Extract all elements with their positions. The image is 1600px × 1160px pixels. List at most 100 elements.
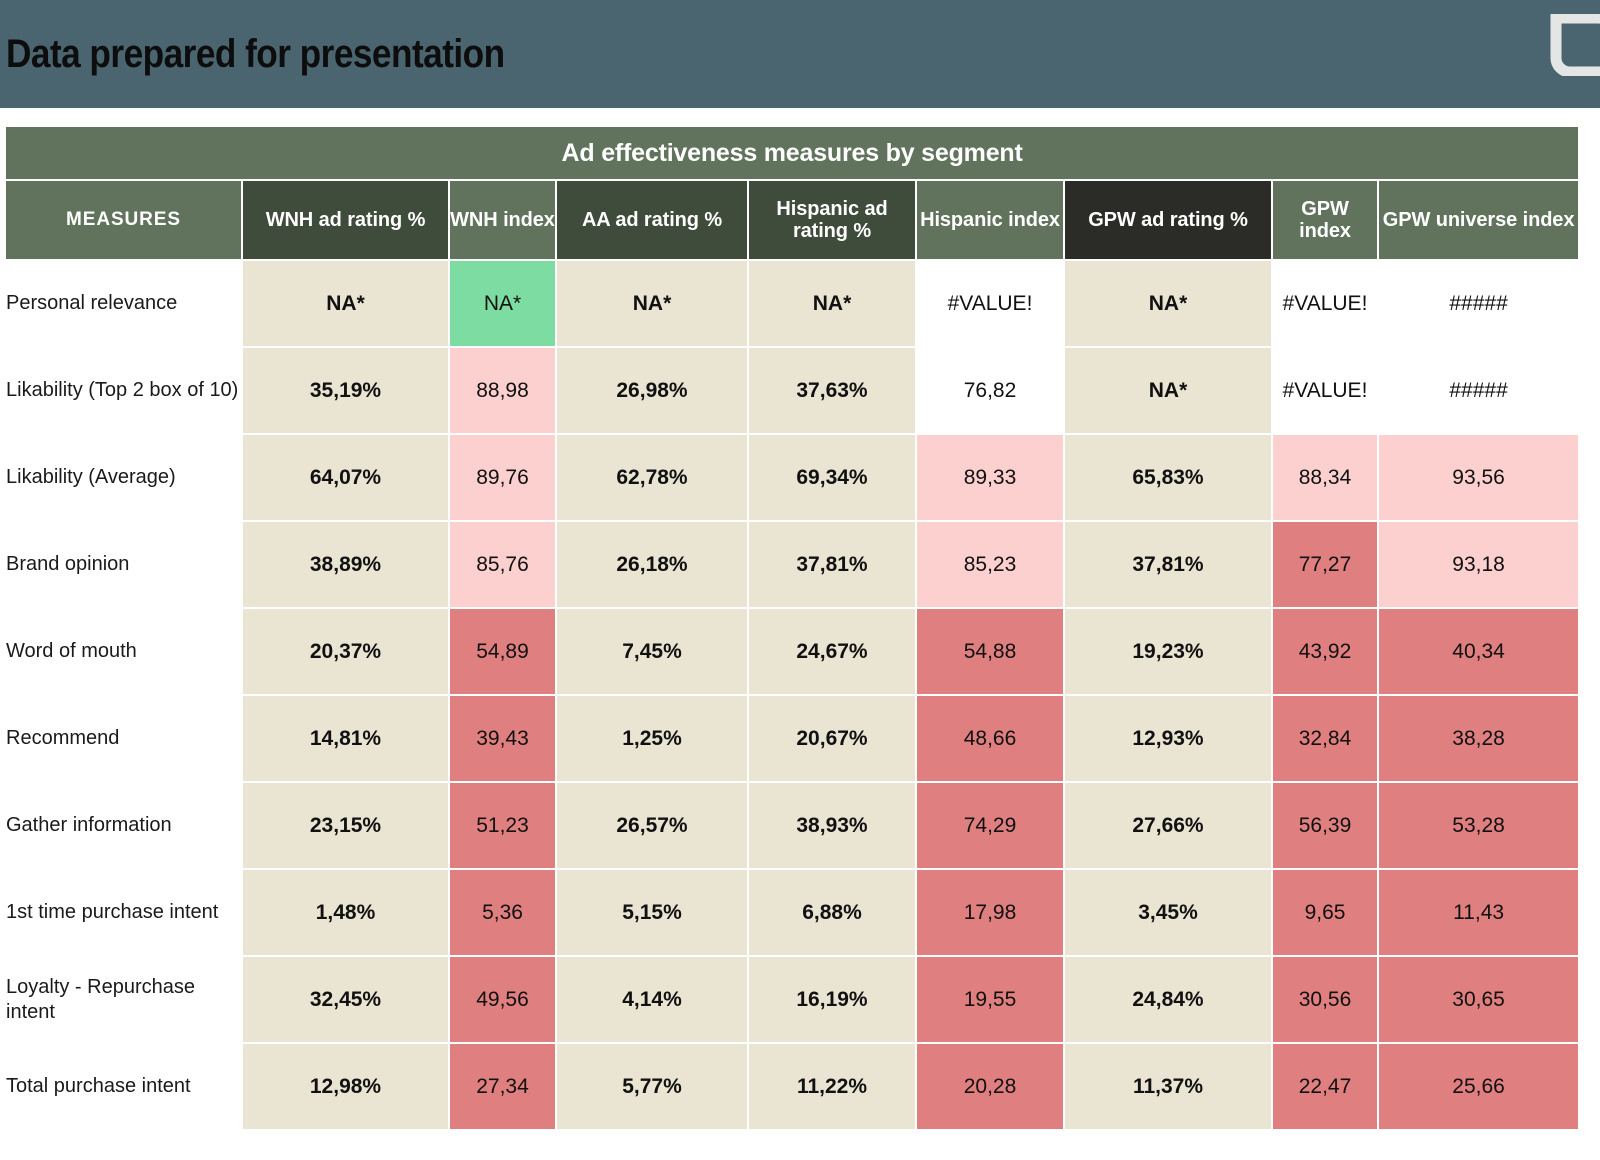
table-cell[interactable]: 5,77% xyxy=(557,1044,747,1129)
table-cell[interactable]: #VALUE! xyxy=(1273,261,1377,346)
table-cell[interactable]: NA* xyxy=(1065,348,1271,433)
table-cell[interactable]: 5,36 xyxy=(450,870,555,955)
table-cell[interactable]: 56,39 xyxy=(1273,783,1377,868)
table-cell[interactable]: #VALUE! xyxy=(1273,348,1377,433)
column-header-gpw-universe-index[interactable]: GPW universe index xyxy=(1379,181,1579,259)
table-cell[interactable]: 76,82 xyxy=(917,348,1063,433)
table-cell[interactable]: 26,57% xyxy=(557,783,747,868)
table-cell[interactable]: NA* xyxy=(749,261,915,346)
table-cell[interactable]: 11,43 xyxy=(1379,870,1579,955)
table-cell[interactable]: 20,37% xyxy=(243,609,448,694)
table-cell[interactable]: 69,34% xyxy=(749,435,915,520)
table-caption: Ad effectiveness measures by segment xyxy=(6,127,1579,179)
table-cell[interactable]: 62,78% xyxy=(557,435,747,520)
table-cell[interactable]: 88,34 xyxy=(1273,435,1377,520)
table-cell[interactable]: 5,15% xyxy=(557,870,747,955)
table-row: Brand opinion 38,89% 85,76 26,18% 37,81% 85,2… xyxy=(6,522,1579,607)
table-cell[interactable]: 7,45% xyxy=(557,609,747,694)
table-cell[interactable]: 24,84% xyxy=(1065,957,1271,1042)
table-cell[interactable]: 49,56 xyxy=(450,957,555,1042)
table-cell[interactable]: 4,14% xyxy=(557,957,747,1042)
table-cell[interactable]: 89,76 xyxy=(450,435,555,520)
table-cell[interactable]: 12,93% xyxy=(1065,696,1271,781)
row-label: Recommend xyxy=(6,696,241,781)
table-cell[interactable]: 26,98% xyxy=(557,348,747,433)
table-cell[interactable]: 20,67% xyxy=(749,696,915,781)
table-cell[interactable]: 93,18 xyxy=(1379,522,1579,607)
table-cell[interactable]: 11,37% xyxy=(1065,1044,1271,1129)
table-cell[interactable]: 22,47 xyxy=(1273,1044,1377,1129)
table-cell[interactable]: 27,34 xyxy=(450,1044,555,1129)
table-cell[interactable]: 30,65 xyxy=(1379,957,1579,1042)
table-body: Personal relevance NA* NA* NA* NA* #VALUE! NA*… xyxy=(6,261,1579,1129)
column-header-hispanic-ad-rating[interactable]: Hispanic ad rating % xyxy=(749,181,915,259)
table-cell[interactable]: NA* xyxy=(1065,261,1271,346)
table-cell[interactable]: 1,48% xyxy=(243,870,448,955)
table-cell[interactable]: 6,88% xyxy=(749,870,915,955)
table-cell[interactable]: 12,98% xyxy=(243,1044,448,1129)
table-cell[interactable]: 54,89 xyxy=(450,609,555,694)
table-cell[interactable]: 32,45% xyxy=(243,957,448,1042)
table-cell[interactable]: 23,15% xyxy=(243,783,448,868)
table-cell[interactable]: 37,63% xyxy=(749,348,915,433)
table-cell[interactable]: 19,23% xyxy=(1065,609,1271,694)
table-cell[interactable]: 77,27 xyxy=(1273,522,1377,607)
table-cell[interactable]: 27,66% xyxy=(1065,783,1271,868)
table-cell[interactable]: 51,23 xyxy=(450,783,555,868)
table-cell[interactable]: 40,34 xyxy=(1379,609,1579,694)
table-header: Ad effectiveness measures by segment MEA… xyxy=(6,127,1579,259)
table-cell[interactable]: 85,23 xyxy=(917,522,1063,607)
table-cell[interactable]: 38,93% xyxy=(749,783,915,868)
table-caption-row: Ad effectiveness measures by segment xyxy=(6,127,1579,179)
table-cell[interactable]: NA* xyxy=(243,261,448,346)
table-cell[interactable]: 30,56 xyxy=(1273,957,1377,1042)
table-cell[interactable]: 11,22% xyxy=(749,1044,915,1129)
column-header-wnh-ad-rating[interactable]: WNH ad rating % xyxy=(243,181,448,259)
table-cell[interactable]: 32,84 xyxy=(1273,696,1377,781)
table-cell[interactable]: 17,98 xyxy=(917,870,1063,955)
table-cell[interactable]: NA* xyxy=(450,261,555,346)
table-cell[interactable]: 16,19% xyxy=(749,957,915,1042)
leaf-logo-icon xyxy=(1536,12,1600,78)
table-cell[interactable]: NA* xyxy=(557,261,747,346)
column-header-measures[interactable]: MEASURES xyxy=(6,181,241,259)
table-cell[interactable]: 26,18% xyxy=(557,522,747,607)
column-header-gpw-ad-rating[interactable]: GPW ad rating % xyxy=(1065,181,1271,259)
table-cell[interactable]: 74,29 xyxy=(917,783,1063,868)
table-row: Personal relevance NA* NA* NA* NA* #VALUE! NA*… xyxy=(6,261,1579,346)
table-cell[interactable]: 20,28 xyxy=(917,1044,1063,1129)
table-row: Total purchase intent 12,98% 27,34 5,77% 11,… xyxy=(6,1044,1579,1129)
row-label: Total purchase intent xyxy=(6,1044,241,1129)
table-cell[interactable]: 35,19% xyxy=(243,348,448,433)
table-cell[interactable]: ##### xyxy=(1379,348,1579,433)
column-header-gpw-index[interactable]: GPW index xyxy=(1273,181,1377,259)
table-cell[interactable]: 19,55 xyxy=(917,957,1063,1042)
table-cell[interactable]: 89,33 xyxy=(917,435,1063,520)
table-cell[interactable]: 14,81% xyxy=(243,696,448,781)
table-cell[interactable]: 48,66 xyxy=(917,696,1063,781)
table-cell[interactable]: 3,45% xyxy=(1065,870,1271,955)
column-header-wnh-index[interactable]: WNH index xyxy=(450,181,555,259)
table-cell[interactable]: 1,25% xyxy=(557,696,747,781)
table-cell[interactable]: 37,81% xyxy=(1065,522,1271,607)
table-cell[interactable]: 37,81% xyxy=(749,522,915,607)
table-cell[interactable]: 9,65 xyxy=(1273,870,1377,955)
table-cell[interactable]: 54,88 xyxy=(917,609,1063,694)
table-cell[interactable]: 25,66 xyxy=(1379,1044,1579,1129)
column-header-aa-ad-rating[interactable]: AA ad rating % xyxy=(557,181,747,259)
table-cell[interactable]: 38,89% xyxy=(243,522,448,607)
table-cell[interactable]: 43,92 xyxy=(1273,609,1377,694)
table-cell[interactable]: 85,76 xyxy=(450,522,555,607)
table-cell[interactable]: 64,07% xyxy=(243,435,448,520)
table-cell[interactable]: 38,28 xyxy=(1379,696,1579,781)
table-cell[interactable]: 65,83% xyxy=(1065,435,1271,520)
column-header-hispanic-index[interactable]: Hispanic index xyxy=(917,181,1063,259)
table-cell[interactable]: 88,98 xyxy=(450,348,555,433)
table-cell[interactable]: 53,28 xyxy=(1379,783,1579,868)
table-row: Word of mouth 20,37% 54,89 7,45% 24,67% 54,88… xyxy=(6,609,1579,694)
table-cell[interactable]: 39,43 xyxy=(450,696,555,781)
table-cell[interactable]: 24,67% xyxy=(749,609,915,694)
table-cell[interactable]: #VALUE! xyxy=(917,261,1063,346)
table-cell[interactable]: ##### xyxy=(1379,261,1579,346)
table-cell[interactable]: 93,56 xyxy=(1379,435,1579,520)
